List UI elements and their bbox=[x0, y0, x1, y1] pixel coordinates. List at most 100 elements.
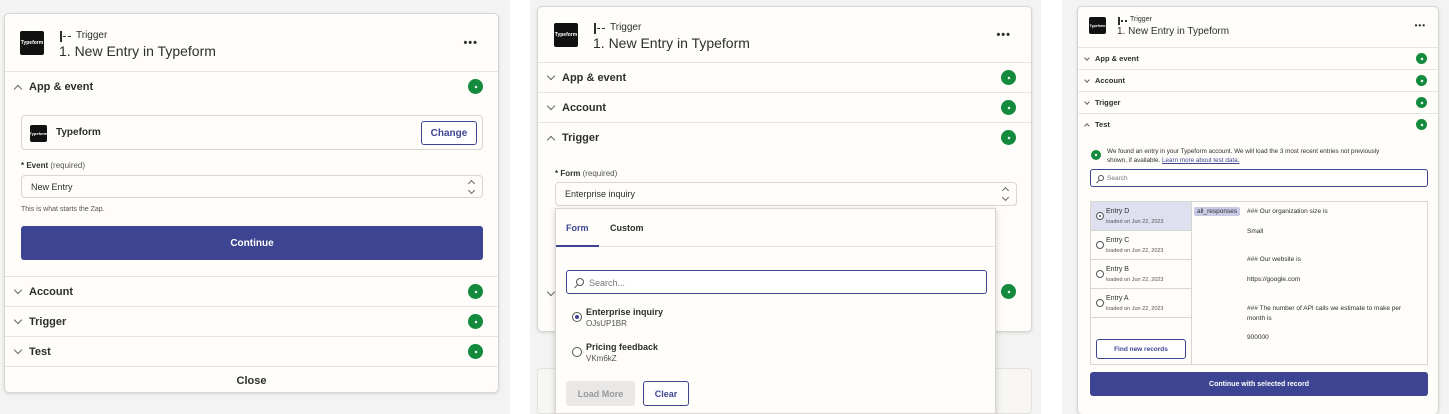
more-options-icon[interactable]: ••• bbox=[996, 29, 1011, 41]
section-label: Trigger bbox=[1095, 98, 1121, 107]
section-trigger[interactable]: Trigger bbox=[538, 122, 1031, 152]
section-label: Test bbox=[29, 345, 51, 358]
check-icon bbox=[1416, 97, 1427, 108]
entry-date: loaded on Jun 22, 2023 bbox=[1106, 277, 1164, 283]
panel-app-event: Typeform Trigger 1. New Entry in Typefor… bbox=[4, 13, 499, 393]
chevron-down-icon bbox=[1084, 54, 1090, 61]
chevron-down-icon bbox=[13, 285, 23, 295]
event-select[interactable]: New Entry bbox=[21, 175, 483, 198]
chevron-down-icon bbox=[13, 345, 23, 355]
section-app-event[interactable]: App & event bbox=[5, 71, 498, 101]
section-label: Trigger bbox=[29, 315, 67, 328]
check-icon bbox=[1416, 53, 1427, 64]
record-line: ### The number of API calls we estimate … bbox=[1247, 305, 1402, 312]
load-more-button[interactable]: Load More bbox=[566, 381, 635, 406]
continue-with-record-button[interactable]: Continue with selected record bbox=[1090, 372, 1428, 396]
check-icon bbox=[1001, 100, 1016, 115]
trigger-label: Trigger bbox=[610, 22, 642, 33]
record-search-box[interactable]: Search bbox=[1090, 169, 1428, 187]
search-placeholder: Search bbox=[1107, 175, 1128, 182]
event-value: New Entry bbox=[31, 182, 73, 192]
entry-item[interactable]: Entry B loaded on Jun 22, 2023 bbox=[1091, 260, 1191, 289]
section-app-event[interactable]: App & event bbox=[1078, 47, 1438, 69]
record-line: Small bbox=[1247, 228, 1264, 235]
close-bar[interactable]: Close bbox=[5, 366, 498, 392]
form-select[interactable]: Enterprise inquiry bbox=[555, 182, 1017, 206]
search-icon bbox=[576, 278, 584, 286]
chevron-up-icon bbox=[13, 84, 23, 93]
entry-date: loaded on Jun 22, 2023 bbox=[1106, 306, 1164, 312]
dropdown-tabs: Form Custom bbox=[556, 209, 995, 247]
section-account[interactable]: Account bbox=[538, 92, 1031, 122]
more-options-icon[interactable]: ••• bbox=[1415, 21, 1426, 30]
radio-unselected[interactable] bbox=[1096, 270, 1104, 278]
record-line: month is bbox=[1247, 315, 1272, 322]
continue-button[interactable]: Continue bbox=[21, 226, 483, 260]
required-hint: (required) bbox=[50, 161, 86, 170]
section-account[interactable]: Account bbox=[1078, 69, 1438, 91]
typeform-logo: Typeform bbox=[20, 31, 44, 55]
form-option[interactable]: Enterprise inquiry OJsUP1BR bbox=[566, 305, 987, 333]
step-title: 1. New Entry in Typeform bbox=[59, 43, 216, 59]
check-icon bbox=[1001, 130, 1016, 145]
section-label: Account bbox=[562, 101, 606, 114]
tab-form-underline bbox=[556, 245, 599, 247]
section-test[interactable]: Test bbox=[5, 336, 498, 366]
radio-unselected[interactable] bbox=[1096, 299, 1104, 307]
app-card: Typeform Typeform Change bbox=[21, 115, 483, 150]
form-search-box[interactable]: Search... bbox=[566, 270, 987, 294]
chevron-down-icon bbox=[13, 315, 23, 325]
section-app-event[interactable]: App & event bbox=[538, 62, 1031, 92]
event-label: * Event (required) bbox=[21, 161, 85, 170]
radio-unselected[interactable] bbox=[572, 347, 582, 357]
radio-selected[interactable] bbox=[572, 312, 582, 322]
check-icon bbox=[1416, 119, 1427, 130]
learn-more-link[interactable]: Learn more about test data. bbox=[1162, 157, 1239, 164]
trigger-step-icon bbox=[1118, 17, 1127, 25]
option-id: VKm6kZ bbox=[586, 354, 617, 363]
change-app-button[interactable]: Change bbox=[421, 121, 477, 145]
step-title: 1. New Entry in Typeform bbox=[1117, 26, 1230, 37]
section-test[interactable]: Test bbox=[1078, 113, 1438, 135]
check-icon bbox=[1416, 75, 1427, 86]
entry-item[interactable]: Entry A loaded on Jun 22, 2023 bbox=[1091, 289, 1191, 318]
close-button[interactable]: Close bbox=[237, 375, 267, 387]
entry-item[interactable]: Entry D loaded on Jun 22, 2023 bbox=[1091, 202, 1191, 231]
section-trigger[interactable]: Trigger bbox=[5, 306, 498, 336]
tab-custom[interactable]: Custom bbox=[610, 223, 644, 233]
screenshot-stage: Typeform Trigger 1. New Entry in Typefor… bbox=[0, 0, 1449, 414]
record-line: ### Our website is bbox=[1247, 256, 1301, 263]
radio-selected[interactable] bbox=[1096, 212, 1104, 220]
form-option[interactable]: Pricing feedback VKm6kZ bbox=[566, 340, 987, 368]
tab-form[interactable]: Form bbox=[566, 223, 589, 233]
radio-unselected[interactable] bbox=[1096, 241, 1104, 249]
check-icon bbox=[468, 344, 483, 359]
select-arrows-icon bbox=[1001, 186, 1010, 202]
entry-list: Entry D loaded on Jun 22, 2023 Entry C l… bbox=[1091, 202, 1192, 364]
section-label: App & event bbox=[1095, 54, 1139, 63]
clear-button[interactable]: Clear bbox=[643, 381, 689, 406]
trigger-label: Trigger bbox=[1130, 16, 1152, 23]
section-label: App & event bbox=[29, 80, 94, 93]
entry-item[interactable]: Entry C loaded on Jun 22, 2023 bbox=[1091, 231, 1191, 260]
record-line: ### Our organization size is bbox=[1247, 208, 1328, 215]
chevron-down-icon bbox=[1084, 98, 1090, 105]
section-account[interactable]: Account bbox=[5, 276, 498, 306]
found-text-line: We found an entry in your Typeform accou… bbox=[1107, 148, 1380, 155]
step-title: 1. New Entry in Typeform bbox=[593, 35, 750, 51]
find-new-records-button[interactable]: Find new records bbox=[1096, 339, 1186, 359]
found-entry-message: We found an entry in your Typeform accou… bbox=[1107, 147, 1379, 165]
option-name: Pricing feedback bbox=[586, 342, 659, 352]
chevron-up-icon bbox=[546, 135, 556, 144]
section-trigger[interactable]: Trigger bbox=[1078, 91, 1438, 113]
entry-name: Entry C bbox=[1106, 237, 1130, 244]
app-name: Typeform bbox=[56, 127, 101, 138]
section-label: Test bbox=[1095, 120, 1110, 129]
more-options-icon[interactable]: ••• bbox=[463, 37, 478, 49]
entry-name: Entry D bbox=[1106, 208, 1130, 215]
field-tag: all_responses bbox=[1194, 207, 1241, 216]
section-label: Trigger bbox=[562, 131, 600, 144]
section-label: Account bbox=[29, 285, 73, 298]
section-label: Account bbox=[1095, 76, 1125, 85]
form-value: Enterprise inquiry bbox=[565, 189, 636, 199]
